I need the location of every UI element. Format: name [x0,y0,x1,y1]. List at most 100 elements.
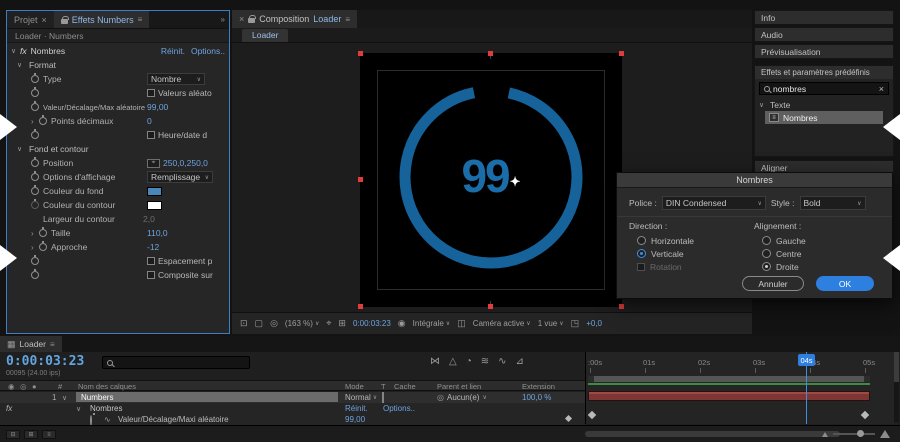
toggle-expand-icon[interactable]: ⊟ [6,430,20,439]
carousel-next-arrow[interactable] [883,245,900,271]
stopwatch-icon[interactable] [31,185,39,195]
col-parent[interactable]: Parent et lien [437,382,481,391]
effects-search-input[interactable] [773,83,876,94]
playhead-handle[interactable]: 04s [798,354,815,366]
selection-handle[interactable] [619,304,624,309]
close-icon[interactable]: × [239,14,244,24]
current-time-display[interactable]: 0:00:03:23 00095 (24.00 ips) [6,354,84,377]
timecode-value[interactable]: 0:00:03:23 [6,354,84,369]
carousel-prev-arrow[interactable] [0,245,17,271]
toolbar-timecode[interactable]: 0:00:03:23 [353,319,391,328]
selection-handle[interactable] [358,177,363,182]
stopwatch-icon[interactable] [31,87,39,97]
stopwatch-icon[interactable] [31,157,39,167]
selection-handle[interactable] [488,51,493,56]
tab-project[interactable]: Projet × [7,11,54,28]
region-of-interest-icon[interactable]: ⌖ [326,318,331,329]
value-offset-value[interactable]: 99,00 [147,102,168,112]
selection-handle[interactable] [358,304,363,309]
stopwatch-icon[interactable] [31,171,39,181]
twirl-down-icon[interactable]: ∨ [759,101,768,109]
stopwatch-icon[interactable] [31,199,39,209]
spacing-checkbox[interactable] [147,257,155,265]
effect-name[interactable]: Nombres [31,46,65,56]
timeline-track-area[interactable]: :00s 01s 02s 03s 04s 05s 04s [585,352,894,424]
fill-color-swatch[interactable] [147,186,162,196]
time-date-checkbox[interactable] [147,131,155,139]
effect-row-label[interactable]: Nombres [90,404,122,413]
ok-button[interactable]: OK [816,276,874,291]
stopwatch-icon[interactable] [31,269,39,279]
panel-menu-icon[interactable]: ≡ [50,340,55,349]
stopwatch-icon[interactable] [31,101,39,111]
composition-frame[interactable]: 99✦ [358,51,624,309]
font-dropdown[interactable]: DIN Condensed ∨ [661,196,766,210]
draft-3d-icon[interactable]: △ [449,356,457,367]
layer-duration-bar[interactable] [588,391,870,401]
panel-menu-icon[interactable]: ≡ [345,15,350,24]
radio-align-left[interactable] [762,236,771,245]
effect-row-nombres[interactable]: fx ∨ Nombres Réinit. Options.. [0,403,585,414]
work-area-bar[interactable] [588,376,870,382]
monitor-icon[interactable]: ▢ [255,318,264,329]
comp-nav-tab[interactable]: Loader [242,29,289,42]
panel-info[interactable]: Info [754,10,894,25]
mask-icon[interactable]: ◫ [457,318,466,329]
keyframe-icon[interactable] [860,410,870,420]
toggle-transfer-icon[interactable]: ⊞ [24,430,38,439]
twirl-down-icon[interactable]: ∨ [11,47,20,55]
frame-blend-icon[interactable]: ≋ [481,356,489,367]
selection-handle[interactable] [488,304,493,309]
col-stretch[interactable]: Extension [522,382,555,391]
composite-checkbox[interactable] [147,271,155,279]
position-crosshair-icon[interactable]: ⌖ [147,158,160,168]
timeline-search[interactable] [102,356,250,369]
decimals-value[interactable]: 0 [147,116,152,126]
effects-search[interactable]: × [759,82,889,95]
dialog-title[interactable]: Nombres [617,173,892,188]
effect-options-link[interactable]: Options.. [383,404,415,413]
camera-icon[interactable]: ◉ [398,318,406,329]
radio-align-right[interactable] [762,262,771,271]
camera-dropdown[interactable]: Caméra active ∨ [473,319,531,328]
tab-composition[interactable]: × Composition Loader ≡ [232,10,357,28]
col-trkmat[interactable]: T [381,382,386,391]
snapshot-icon[interactable]: ⊡ [240,318,248,329]
zoom-dropdown[interactable]: (163 %) ∨ [285,319,319,328]
property-value[interactable]: 99,00 [345,415,365,424]
random-values-checkbox[interactable] [147,89,155,97]
panel-effects-presets[interactable]: Effets et paramètres prédéfinis [754,65,894,80]
views-dropdown[interactable]: 1 vue ∨ [538,319,564,328]
property-row-value[interactable]: ∿ Valeur/Décalage/Maxi aléatoire 99,00 [0,414,585,426]
channels-icon[interactable]: ◎ [270,318,278,329]
toggle-inout-icon[interactable]: ≡ [42,430,56,439]
keyframe-navigator-icon[interactable] [564,414,573,423]
clear-search-icon[interactable]: × [879,84,884,94]
carousel-prev-arrow[interactable] [0,114,17,140]
col-mode[interactable]: Mode [345,382,364,391]
reset-link[interactable]: Réinit. [161,46,185,56]
twirl-down-icon[interactable]: ∨ [17,145,26,153]
trkmat-checkbox[interactable] [382,392,384,403]
layer-name[interactable]: Numbers [76,392,338,402]
cancel-button[interactable]: Annuler [742,276,804,291]
timeline-zoom-control[interactable] [822,430,890,438]
resolution-dropdown[interactable]: Intégrale ∨ [413,319,451,328]
stopwatch-icon[interactable] [39,227,47,237]
tab-effect-controls[interactable]: Effets Numbers ≡ [53,11,150,28]
stopwatch-icon[interactable] [39,115,47,125]
effect-item-numbers[interactable]: ≡ Nombres [765,111,883,124]
motion-blur-icon[interactable]: ∿ [498,356,506,367]
panel-menu-icon[interactable]: ≡ [138,15,143,24]
position-value[interactable]: 250,0,250,0 [163,158,208,168]
panel-audio[interactable]: Audio [754,27,894,42]
zoom-slider-handle[interactable] [857,430,864,437]
pickwhip-icon[interactable]: ◎ [437,393,444,402]
tracking-value[interactable]: -12 [147,242,159,252]
type-dropdown[interactable]: Nombre ∨ [147,73,205,85]
radio-vertical[interactable] [637,249,646,258]
mode-dropdown[interactable]: Normal ∨ [345,393,377,402]
expand-icon[interactable]: › [31,243,39,252]
col-cache[interactable]: Cache [394,382,416,391]
carousel-next-arrow[interactable] [883,114,900,140]
